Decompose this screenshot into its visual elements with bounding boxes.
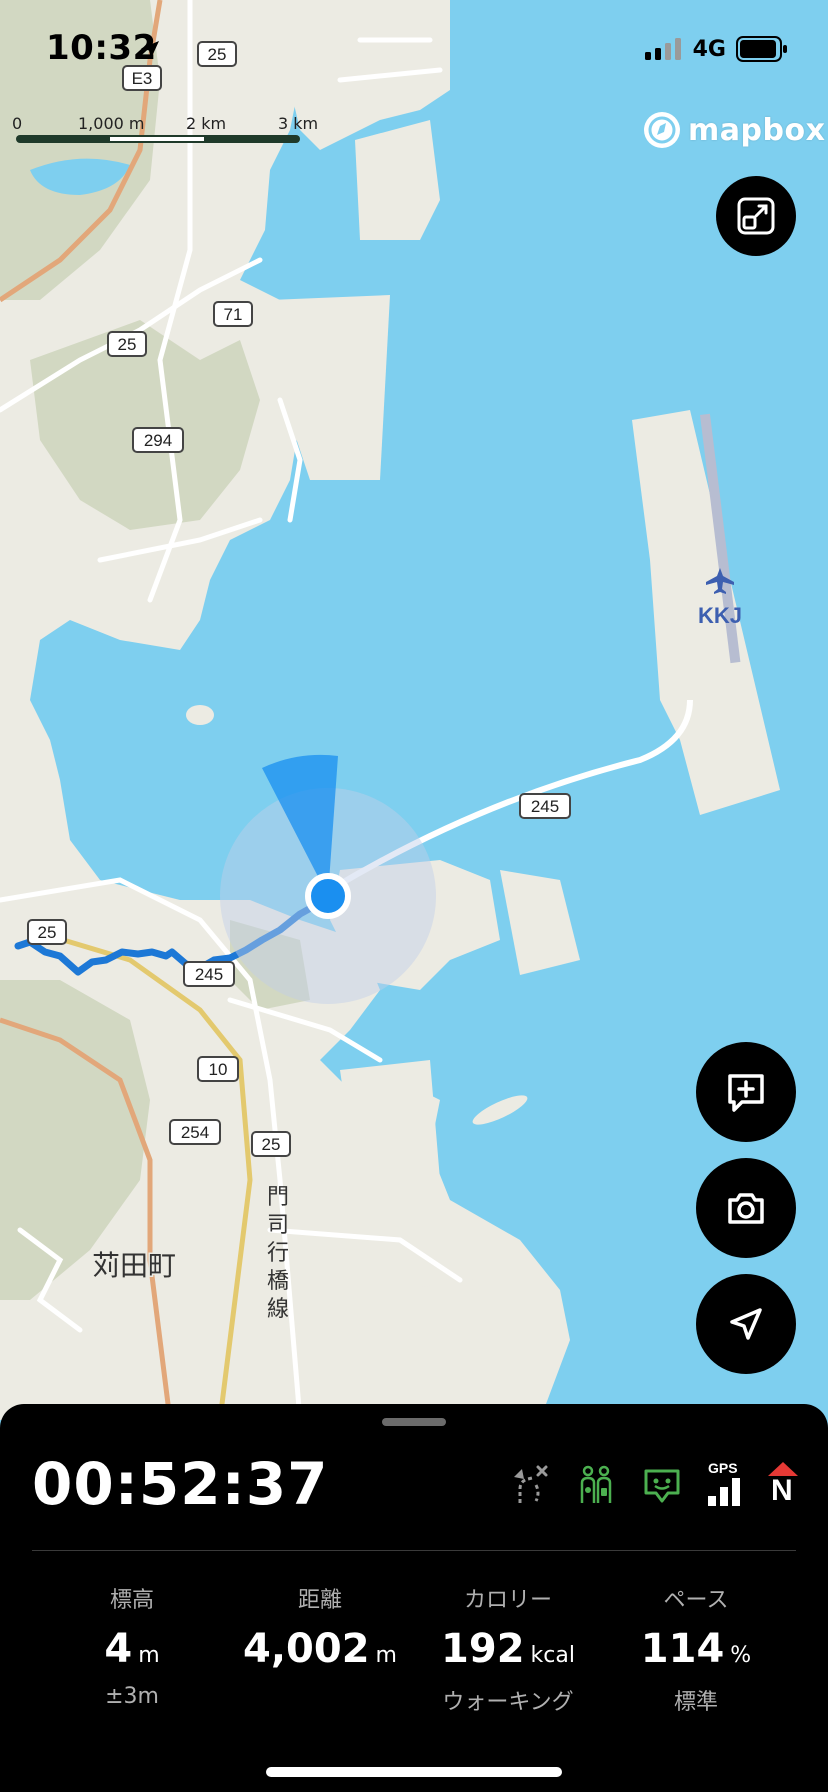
svg-text:橋: 橋 xyxy=(267,1269,289,1294)
stat-unit: m xyxy=(375,1643,397,1668)
panel-divider xyxy=(32,1550,796,1551)
svg-text:25: 25 xyxy=(118,335,137,354)
status-right: 4G xyxy=(644,36,788,62)
stat-distance: 距離 4,002 m xyxy=(220,1582,420,1710)
svg-text:25: 25 xyxy=(38,923,57,942)
road-shield: 71 xyxy=(213,301,253,327)
route-off-icon[interactable] xyxy=(510,1463,550,1507)
islet-1 xyxy=(186,705,214,725)
airport-code-label: KKJ xyxy=(698,603,742,628)
gps-signal-icon xyxy=(708,1478,740,1506)
svg-text:線: 線 xyxy=(267,1297,289,1322)
stat-value: 4,002 xyxy=(243,1626,370,1672)
scale-bar-graphic xyxy=(16,135,300,143)
svg-text:司: 司 xyxy=(267,1213,289,1238)
stat-label: 距離 xyxy=(297,1588,342,1613)
stat-value: 114 xyxy=(640,1626,725,1672)
cellular-signal-icon xyxy=(644,38,681,60)
stat-unit: kcal xyxy=(530,1643,575,1668)
north-label: N xyxy=(771,1474,793,1507)
scale-label: 2 km xyxy=(186,114,227,133)
stat-label: カロリー xyxy=(463,1588,552,1613)
stat-value: 4 xyxy=(104,1626,133,1672)
activity-panel: 00:52:37 GPS N 標高 4 m ±3m 距離 4,002 m カロリ… xyxy=(0,1404,828,1792)
svg-text:245: 245 xyxy=(195,965,223,984)
stat-value: 192 xyxy=(441,1626,525,1672)
stat-label: ペース xyxy=(663,1588,729,1613)
panel-drag-handle[interactable] xyxy=(382,1418,446,1426)
stat-value-row: 4m xyxy=(32,1626,232,1672)
fit-to-route-icon xyxy=(737,197,775,235)
svg-text:25: 25 xyxy=(262,1135,281,1154)
town-label: 苅田町 xyxy=(92,1249,176,1282)
fit-to-route-button[interactable] xyxy=(716,176,796,256)
road-shield: 25 xyxy=(27,919,67,945)
road-shield: 10 xyxy=(197,1056,239,1082)
stat-sub: 標準 xyxy=(673,1690,718,1715)
stat-sub: ±3m xyxy=(105,1684,159,1709)
scale-label: 3 km xyxy=(278,114,319,133)
rail-line-label: 門 司 行 橋 線 xyxy=(267,1185,289,1322)
stat-pace: ペース 114% 標準 xyxy=(596,1582,796,1716)
network-type: 4G xyxy=(692,36,726,62)
add-memo-icon xyxy=(728,1074,764,1112)
stat-unit: % xyxy=(730,1643,752,1668)
road-shield: 254 xyxy=(169,1119,221,1145)
gps-label: GPS xyxy=(708,1460,738,1476)
stat-unit: m xyxy=(138,1643,160,1668)
group-icon[interactable] xyxy=(576,1463,616,1507)
svg-text:254: 254 xyxy=(181,1123,209,1142)
camera-button[interactable] xyxy=(696,1158,796,1258)
svg-text:門: 門 xyxy=(267,1185,289,1210)
chat-icon[interactable] xyxy=(642,1465,682,1505)
elapsed-time: 00:52:37 xyxy=(32,1450,329,1518)
stat-calories: カロリー 192 kcal ウォーキング xyxy=(408,1582,608,1716)
stat-label: 標高 xyxy=(109,1588,154,1613)
locate-arrow-icon xyxy=(730,1308,762,1340)
camera-icon xyxy=(728,1193,764,1224)
status-icons-row: GPS N xyxy=(510,1460,798,1508)
road-shield: 25 xyxy=(107,331,147,357)
svg-text:10: 10 xyxy=(209,1060,228,1079)
mapbox-logo-icon xyxy=(644,112,680,148)
add-memo-button[interactable] xyxy=(696,1042,796,1142)
status-bar: 10:32 4G xyxy=(0,0,828,100)
mapbox-attribution[interactable]: mapbox xyxy=(642,110,825,150)
stat-value-row: 4,002 m xyxy=(220,1626,420,1672)
svg-text:行: 行 xyxy=(267,1241,289,1266)
land-port-pier xyxy=(355,120,440,240)
battery-icon xyxy=(736,36,787,62)
home-indicator[interactable] xyxy=(266,1767,562,1777)
scale-label: 1,000 m xyxy=(78,114,145,133)
stat-value-row: 192 kcal xyxy=(408,1626,608,1672)
stat-elevation: 標高 4m ±3m xyxy=(32,1582,232,1710)
current-location-dot xyxy=(305,873,351,919)
stat-sub: ウォーキング xyxy=(442,1690,574,1715)
gps-indicator: GPS xyxy=(708,1460,742,1508)
road-shield: 294 xyxy=(132,427,184,453)
road-shield: 25 xyxy=(251,1131,291,1157)
road-shield: 245 xyxy=(519,793,571,819)
map-scale-bar: 0 1,000 m 2 km 3 km xyxy=(12,114,318,154)
road-shield: 245 xyxy=(183,961,235,987)
stat-value-row: 114% xyxy=(596,1626,796,1672)
stat-sub xyxy=(220,1684,420,1710)
north-compass[interactable]: N xyxy=(768,1462,798,1508)
location-services-icon xyxy=(141,41,159,59)
svg-text:245: 245 xyxy=(531,797,559,816)
scale-label: 0 xyxy=(12,114,23,133)
svg-text:71: 71 xyxy=(224,305,243,324)
svg-text:294: 294 xyxy=(144,431,172,450)
mapbox-text: mapbox xyxy=(688,112,826,148)
locate-button[interactable] xyxy=(696,1274,796,1374)
